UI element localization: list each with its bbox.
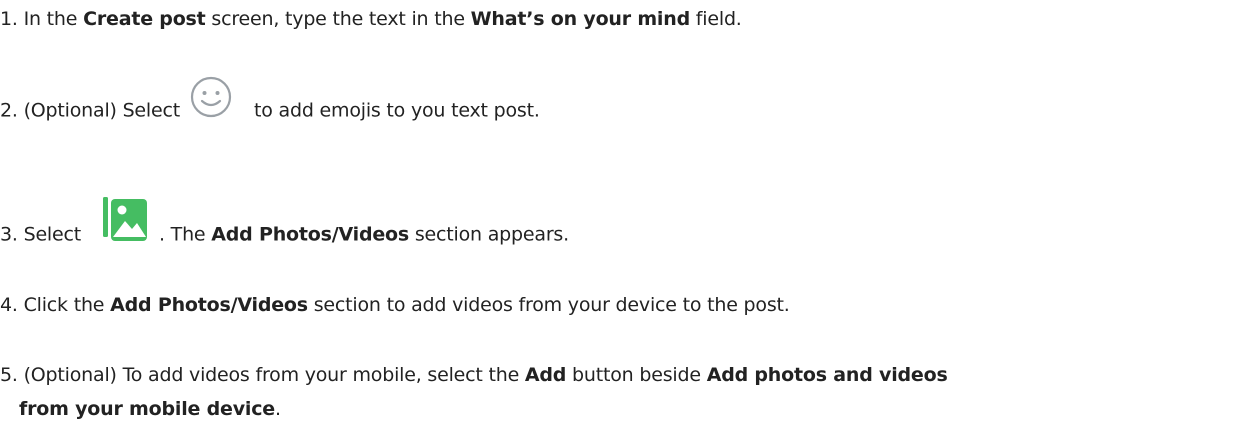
step-text: Click the xyxy=(23,294,111,316)
step-3: 3. Select . The Add Photos/Videos sectio… xyxy=(0,197,569,263)
step-text: . xyxy=(274,398,281,420)
step-number: 3. xyxy=(0,223,18,246)
step-text: (Optional) Select xyxy=(23,99,181,122)
step-text: (Optional) To add videos from your mobil… xyxy=(23,364,525,386)
step-number: 1. xyxy=(0,8,18,30)
step-text: button beside xyxy=(566,364,707,386)
add-photos-videos-mobile-label: Add photos and videos xyxy=(706,364,948,386)
step-number: 5. xyxy=(0,364,18,386)
whats-on-your-mind-label: What’s on your mind xyxy=(470,8,691,30)
add-photos-videos-label: Add Photos/Videos xyxy=(110,294,308,316)
step-number: 2. xyxy=(0,99,18,122)
add-photos-videos-label: Add Photos/Videos xyxy=(211,223,410,246)
from-mobile-device-label: from your mobile device xyxy=(19,398,275,420)
step-4: 4. Click the Add Photos/Videos section t… xyxy=(0,288,790,322)
step-5: 5. (Optional) To add videos from your mo… xyxy=(0,358,1237,426)
create-post-label: Create post xyxy=(83,8,206,30)
instructions-document: 1. In the Create post screen, type the t… xyxy=(0,0,1237,448)
step-text: screen, type the text in the xyxy=(205,8,471,30)
step-1: 1. In the Create post screen, type the t… xyxy=(0,2,742,36)
step-text: to add emojis to you text post. xyxy=(254,99,540,122)
smiley-face-icon xyxy=(190,76,232,118)
step-2: 2. (Optional) Select to add emojis to yo… xyxy=(0,76,540,132)
step-text: field. xyxy=(689,8,742,30)
step-text: Select xyxy=(23,223,82,246)
add-button-label: Add xyxy=(524,364,567,386)
photos-videos-icon xyxy=(95,193,151,249)
step-text: . The xyxy=(159,223,212,246)
step-text: section to add videos from your device t… xyxy=(307,294,790,316)
step-text: section appears. xyxy=(409,223,569,246)
step-5-continuation: from your mobile device. xyxy=(0,392,1237,426)
step-number: 4. xyxy=(0,294,18,316)
step-text: In the xyxy=(23,8,84,30)
